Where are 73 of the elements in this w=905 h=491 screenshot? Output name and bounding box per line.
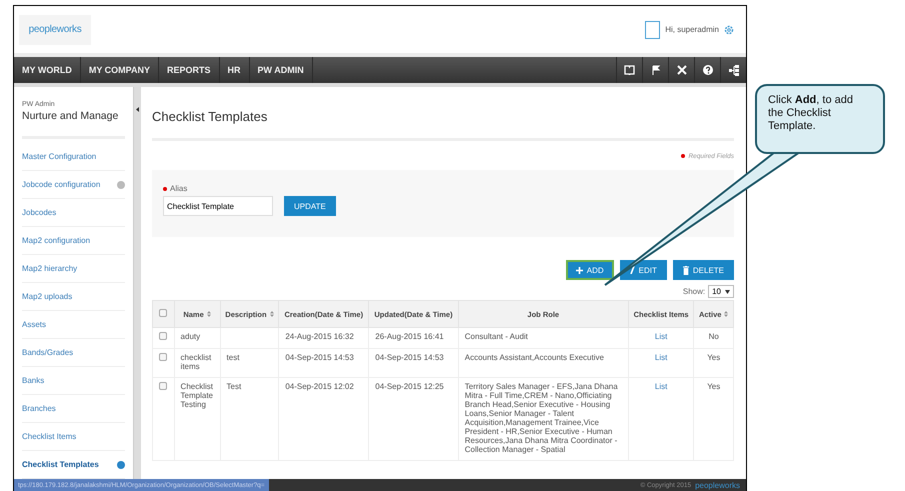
show-label: Show: bbox=[682, 287, 706, 296]
plus-icon bbox=[576, 266, 583, 274]
sidebar-item[interactable]: Checklist Items bbox=[22, 423, 125, 451]
list-link[interactable]: List bbox=[628, 328, 694, 348]
table-cell: Accounts Assistant,Accounts Executive bbox=[458, 348, 628, 378]
table-cell: No bbox=[694, 328, 734, 348]
table-cell: 04-Sep-2015 14:53 bbox=[278, 348, 369, 378]
sidebar-item[interactable]: Map2 configuration bbox=[22, 227, 125, 255]
table-cell bbox=[220, 328, 279, 348]
sidebar-item[interactable]: Bands/Grades bbox=[22, 339, 125, 367]
help-icon[interactable] bbox=[702, 65, 712, 75]
nav-menu-item[interactable]: REPORTS bbox=[159, 57, 220, 83]
add-button[interactable]: ADD bbox=[566, 260, 614, 280]
user-greeting: Hi, superadmin bbox=[665, 25, 719, 34]
nav-menu-item[interactable]: MY WORLD bbox=[14, 57, 81, 83]
nav-menu-item[interactable]: HR bbox=[220, 57, 250, 83]
table-cell: checklist items bbox=[174, 348, 220, 378]
table-cell: Yes bbox=[694, 378, 734, 460]
alias-input-field[interactable]: Checklist Template bbox=[163, 196, 273, 216]
table-cell: Territory Sales Manager - EFS,Jana Dhana Mitra - Full Time,CREM - Nano,Officiating Branch Head,Senior Executive - Housing Loans,Senior Manager - Talent Acquisition,Management Trainee,Vice President - HR,Senior Executive - Human Resources,Jana Dhana Mitra Coordinator - Collection Manager - Spatial bbox=[458, 378, 628, 460]
trash-icon bbox=[682, 266, 689, 274]
list-link[interactable]: List bbox=[628, 378, 694, 460]
sitemap-icon[interactable] bbox=[728, 64, 738, 76]
list-link[interactable]: List bbox=[628, 348, 694, 378]
caret-icon bbox=[725, 290, 730, 294]
table-cell: Consultant - Audit bbox=[458, 328, 628, 348]
sidebar-item[interactable]: Jobcodes bbox=[22, 199, 125, 227]
required-marker-icon bbox=[163, 186, 167, 191]
sidebar-item[interactable]: Master Configuration bbox=[22, 143, 125, 171]
collapse-arrow-icon[interactable] bbox=[136, 107, 139, 112]
table-cell: test bbox=[220, 348, 279, 378]
table-cell: 04-Sep-2015 12:25 bbox=[368, 378, 458, 460]
settings-icon[interactable] bbox=[724, 24, 734, 34]
table-cell: Yes bbox=[694, 348, 734, 378]
row-checkbox[interactable] bbox=[159, 382, 168, 390]
sidebar-item[interactable]: Branches bbox=[22, 395, 125, 423]
row-checkbox[interactable] bbox=[159, 353, 168, 361]
flag-icon[interactable] bbox=[650, 65, 660, 75]
table-cell: Test bbox=[220, 378, 279, 460]
nav-menu-item[interactable]: PW ADMIN bbox=[250, 57, 313, 83]
expand-dot-icon[interactable] bbox=[117, 180, 125, 188]
sidebar-item[interactable]: Banks bbox=[22, 367, 125, 395]
sidebar-item[interactable]: Map2 uploads bbox=[22, 283, 125, 311]
company-logo[interactable]: peopleworks bbox=[19, 14, 91, 44]
delete-button[interactable]: DELETE bbox=[672, 260, 734, 280]
sidebar-title: Nurture and Manage bbox=[22, 110, 125, 139]
avatar-placeholder bbox=[645, 20, 660, 38]
page-size-select[interactable]: 10 bbox=[708, 285, 734, 298]
page-title: Checklist Templates bbox=[152, 109, 734, 141]
required-marker-icon bbox=[681, 154, 686, 158]
sort-icon[interactable] bbox=[724, 310, 728, 316]
pencil-icon bbox=[630, 266, 635, 274]
table-cell: 04-Sep-2015 14:53 bbox=[368, 348, 458, 378]
table-cell: aduty bbox=[174, 328, 220, 348]
sidebar-item[interactable]: Assets bbox=[22, 311, 125, 339]
callout-bubble: Click Add, to add the Checklist Template. bbox=[755, 84, 885, 154]
table-cell: 24-Aug-2015 16:32 bbox=[278, 328, 369, 348]
select-all-checkbox[interactable] bbox=[159, 309, 168, 317]
book-icon[interactable] bbox=[624, 65, 635, 75]
expand-dot-icon[interactable] bbox=[117, 460, 125, 468]
sort-icon[interactable] bbox=[270, 310, 274, 316]
footer-logo: peopleworks bbox=[695, 480, 740, 490]
update-button[interactable]: UPDATE bbox=[284, 196, 336, 216]
sidebar-item[interactable]: Jobcode configuration bbox=[22, 171, 125, 199]
nav-menu-item[interactable]: MY COMPANY bbox=[80, 57, 160, 83]
table-cell: 26-Aug-2015 16:41 bbox=[368, 328, 458, 348]
table-cell: Checklist Template Testing bbox=[174, 378, 220, 460]
alias-label: Alias bbox=[170, 184, 188, 193]
table-cell: 04-Sep-2015 12:02 bbox=[278, 378, 369, 460]
sidebar-item[interactable]: Map2 hierarchy bbox=[22, 255, 125, 283]
row-checkbox[interactable] bbox=[159, 332, 168, 340]
tools-icon[interactable] bbox=[676, 65, 686, 75]
sort-icon[interactable] bbox=[206, 310, 211, 316]
